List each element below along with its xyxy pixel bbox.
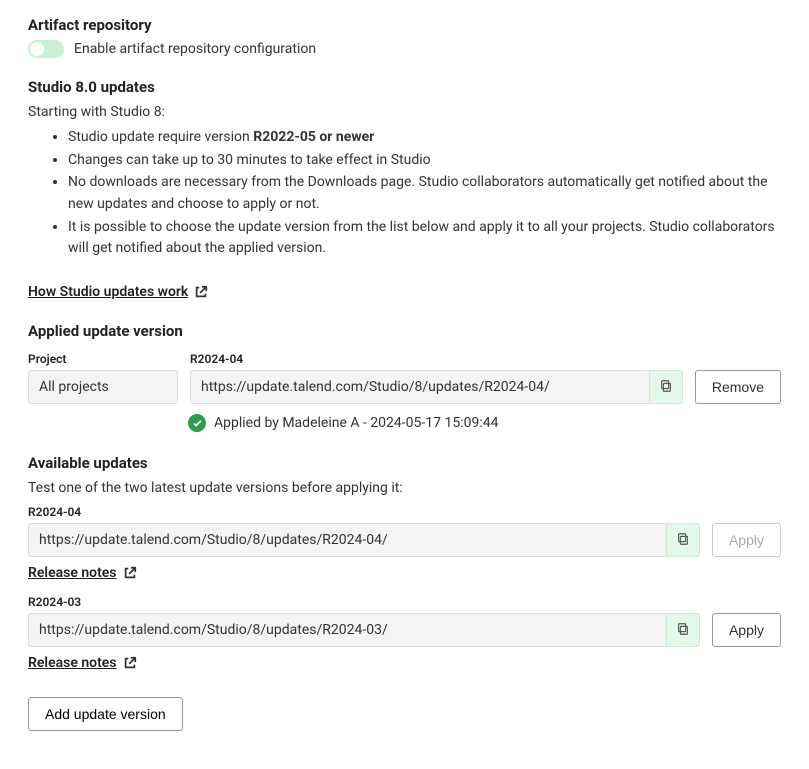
list-item: No downloads are necessary from the Down… (68, 172, 781, 215)
release-notes-link[interactable]: Release notes (28, 655, 137, 671)
studio-updates-title: Studio 8.0 updates (28, 78, 781, 96)
applied-url-input[interactable]: https://update.talend.com/Studio/8/updat… (190, 370, 649, 404)
available-subtitle: Test one of the two latest update versio… (28, 478, 781, 499)
studio-intro: Starting with Studio 8: (28, 102, 781, 123)
copy-icon (676, 622, 690, 639)
artifact-toggle-label: Enable artifact repository configuration (74, 41, 316, 57)
how-studio-link[interactable]: How Studio updates work (28, 284, 208, 300)
available-url-input[interactable]: https://update.talend.com/Studio/8/updat… (28, 523, 666, 557)
applied-status: Applied by Madeleine A - 2024-05-17 15:0… (214, 415, 498, 431)
applied-title: Applied update version (28, 322, 781, 340)
remove-button[interactable]: Remove (695, 370, 781, 404)
project-label: Project (28, 352, 178, 366)
copy-button[interactable] (649, 370, 683, 404)
available-version-label: R2024-04 (28, 505, 781, 519)
copy-icon (676, 532, 690, 549)
list-item: Studio update require version R2022-05 o… (68, 127, 781, 149)
available-url-input[interactable]: https://update.talend.com/Studio/8/updat… (28, 613, 666, 647)
copy-icon (659, 379, 673, 396)
external-link-icon (123, 566, 137, 580)
studio-bullets: Studio update require version R2022-05 o… (68, 127, 781, 260)
available-version-label: R2024-03 (28, 595, 781, 609)
project-select[interactable]: All projects (28, 370, 178, 404)
external-link-icon (123, 656, 137, 670)
external-link-icon (194, 285, 208, 299)
artifact-repo-title: Artifact repository (28, 16, 781, 34)
artifact-toggle[interactable] (28, 40, 64, 58)
release-notes-link[interactable]: Release notes (28, 565, 137, 581)
list-item: It is possible to choose the update vers… (68, 217, 781, 260)
apply-button[interactable]: Apply (712, 613, 781, 647)
add-update-button[interactable]: Add update version (28, 697, 183, 731)
copy-button[interactable] (666, 613, 700, 647)
available-title: Available updates (28, 454, 781, 472)
applied-version-label: R2024-04 (190, 352, 683, 366)
check-circle-icon (188, 414, 206, 432)
apply-button: Apply (712, 523, 781, 557)
list-item: Changes can take up to 30 minutes to tak… (68, 150, 781, 172)
copy-button[interactable] (666, 523, 700, 557)
